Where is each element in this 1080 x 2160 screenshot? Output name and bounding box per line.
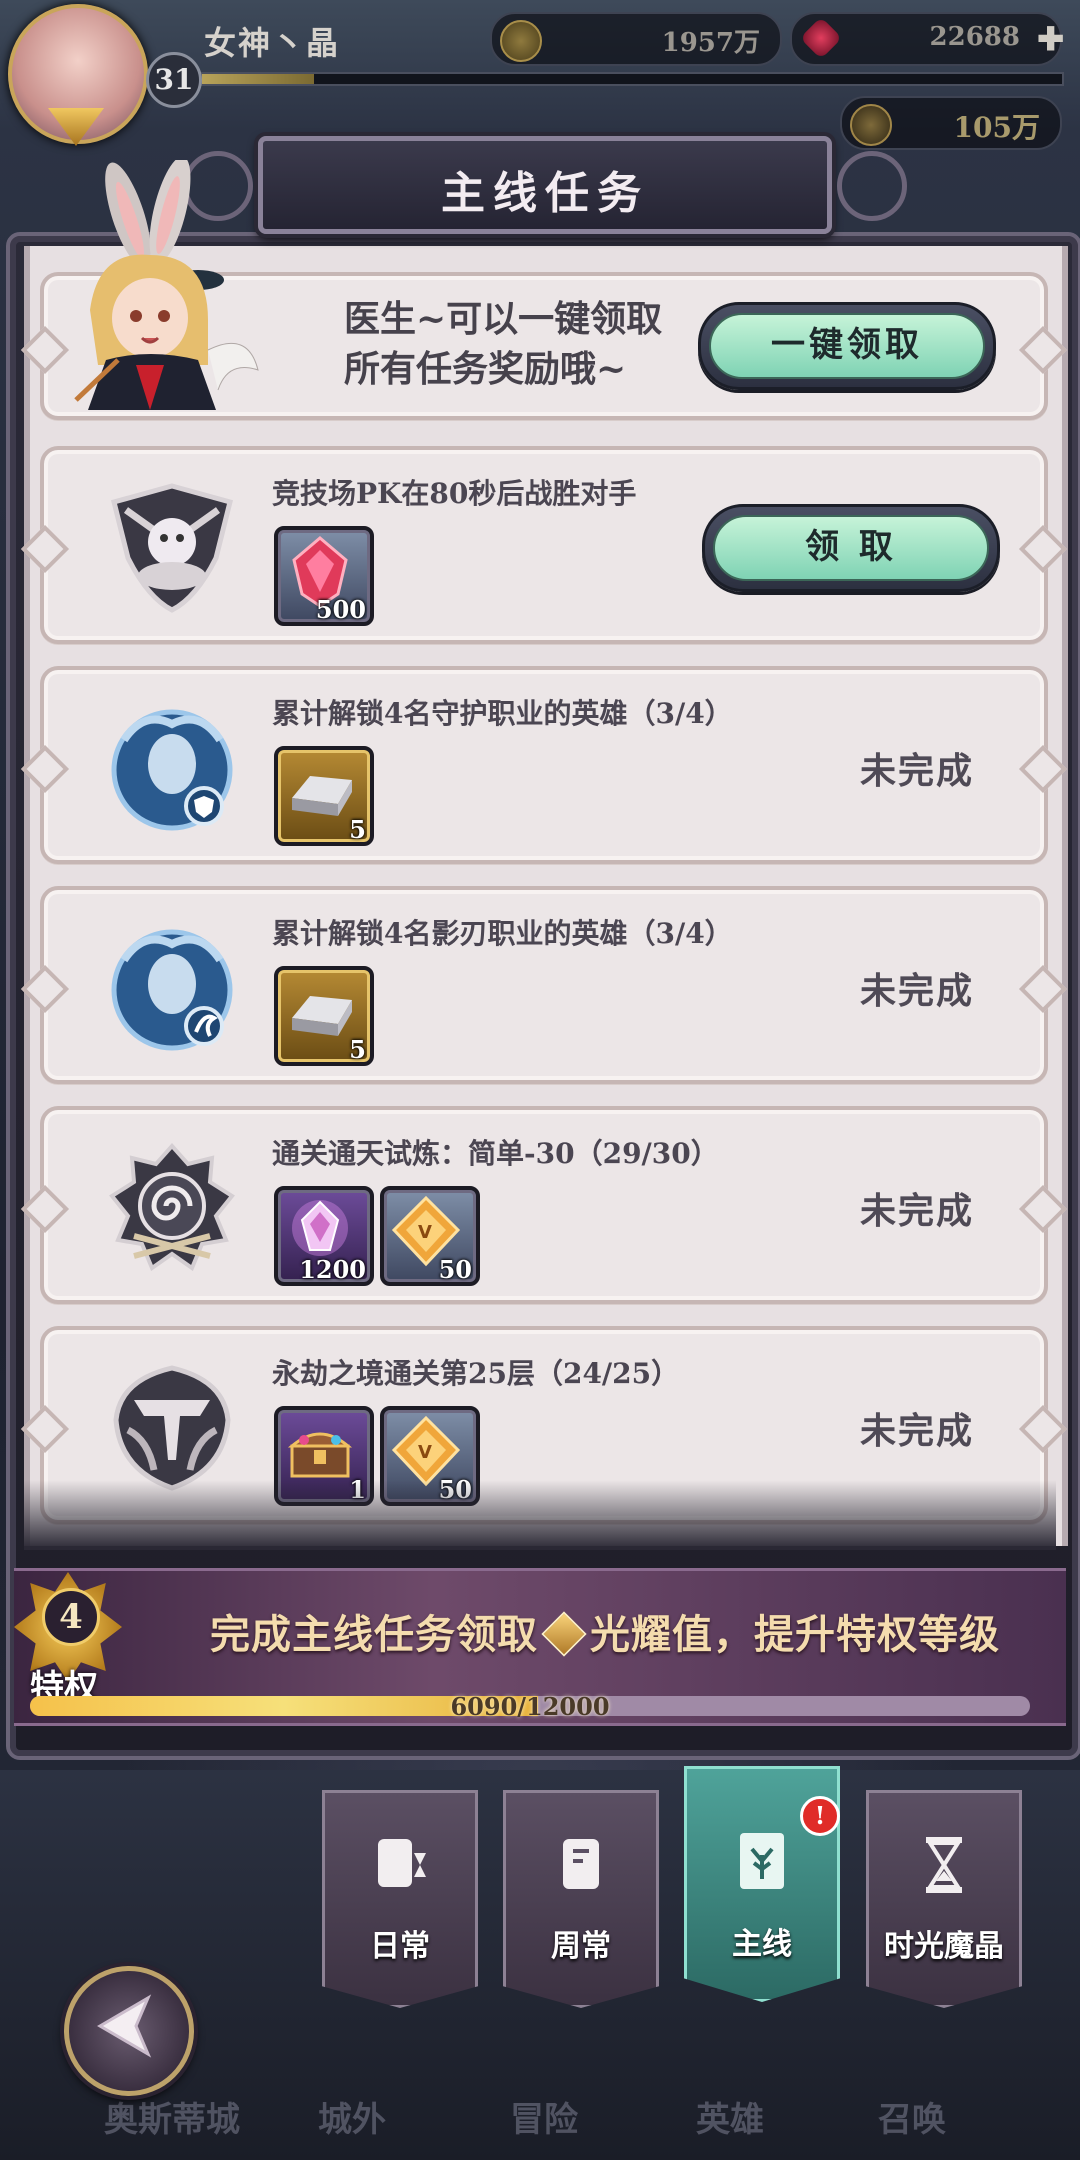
svg-text:V: V <box>418 1222 432 1243</box>
player-avatar[interactable] <box>8 4 148 144</box>
intro-message-line2: 所有任务奖励哦~ <box>344 348 627 390</box>
quest-row: 竞技场PK在80秒后战胜对手 500 领 取 <box>40 446 1048 644</box>
essence-amount: 105万 <box>953 111 1040 144</box>
essence-orb-icon <box>850 104 892 146</box>
nav-heroes[interactable]: 英雄 <box>696 2092 764 2141</box>
quest-status: 未完成 <box>859 1190 974 1232</box>
player-level-badge: 31 <box>146 52 202 108</box>
hourglass-icon <box>926 1837 962 1893</box>
tab-label: 日常 <box>370 1929 430 1964</box>
gem-amount: 22688 <box>929 22 1020 52</box>
privilege-message-part1: 完成主线任务领取 <box>210 1611 538 1658</box>
privilege-message-part2: 光耀值，提升特权等级 <box>590 1611 1000 1658</box>
claim-label: 领 取 <box>713 515 989 581</box>
top-bar: 女神丶晶 31 1957万 22688 ✚ 105万 <box>0 0 1080 150</box>
shadowblade-class-crest-icon <box>111 929 233 1051</box>
add-gems-icon[interactable]: ✚ <box>1037 20 1064 58</box>
privilege-message: 完成主线任务领取 光耀值，提升特权等级 <box>210 1602 1000 1660</box>
alert-badge: ! <box>800 1796 840 1836</box>
nav-summon[interactable]: 召唤 <box>878 2092 946 2141</box>
reward-slot[interactable]: 500 <box>274 526 374 626</box>
svg-text:V: V <box>418 1442 432 1463</box>
guardian-class-crest-icon <box>111 709 233 831</box>
reward-quantity: 5 <box>349 1035 366 1064</box>
quest-status: 未完成 <box>859 970 974 1012</box>
tab-weekly[interactable]: 周常 <box>503 1790 659 2008</box>
xp-bar <box>200 72 1064 86</box>
panel-title: 主线任务 <box>441 168 649 219</box>
reward-quantity: 1200 <box>299 1255 366 1284</box>
reward-quantity: 500 <box>315 595 366 624</box>
reward-slot[interactable]: 5 <box>274 966 374 1066</box>
claim-all-button[interactable]: 一键领取 <box>698 302 996 390</box>
bunny-girl-mascot-icon <box>74 160 259 410</box>
quest-status: 未完成 <box>859 750 974 792</box>
panel-title-plaque: 主线任务 <box>183 136 907 234</box>
gold-currency[interactable]: 1957万 <box>490 12 782 66</box>
quest-title: 累计解锁4名守护职业的英雄（3/4） <box>272 697 733 730</box>
quest-row: 通关通天试炼：简单-30（29/30） 1200 V 50 未完成 <box>40 1106 1048 1304</box>
privilege-level: 4 <box>42 1588 100 1646</box>
player-name: 女神丶晶 <box>204 24 341 62</box>
scroll-icon <box>563 1839 599 1889</box>
tab-label: 时光魔晶 <box>884 1929 1004 1964</box>
back-arrow-icon <box>97 1994 152 2058</box>
glory-diamond-icon <box>541 1611 587 1657</box>
quest-title: 永劫之境通关第25层（24/25） <box>272 1357 680 1390</box>
reward-slot[interactable]: 1200 <box>274 1186 374 1286</box>
quest-row: 累计解锁4名影刃职业的英雄（3/4） 5 未完成 <box>40 886 1048 1084</box>
essence-currency[interactable]: 105万 <box>840 96 1062 150</box>
privilege-progress-text: 6090/12000 <box>450 1692 610 1721</box>
nav-city[interactable]: 奥斯蒂城 <box>104 2092 240 2141</box>
reward-quantity: 50 <box>438 1255 472 1284</box>
nav-outskirts[interactable]: 城外 <box>318 2092 386 2141</box>
reward-slot[interactable]: 5 <box>274 746 374 846</box>
tab-daily[interactable]: 日常 <box>322 1790 478 2008</box>
red-gem-icon <box>799 16 843 60</box>
tab-label: 主线 <box>732 1927 792 1962</box>
quest-row: 累计解锁4名守护职业的英雄（3/4） 5 未完成 <box>40 666 1048 864</box>
quest-title: 累计解锁4名影刃职业的英雄（3/4） <box>272 917 733 950</box>
nav-adventure[interactable]: 冒险 <box>510 2092 578 2141</box>
eternal-realm-crest-icon <box>113 1365 231 1491</box>
quest-title: 通关通天试炼：简单-30（29/30） <box>272 1137 719 1170</box>
reward-quantity: 5 <box>349 815 366 844</box>
tree-book-icon <box>740 1833 784 1889</box>
intro-message: 医生~可以一键领取 所有任务奖励哦~ <box>344 294 662 394</box>
scroll-hourglass-icon <box>378 1839 426 1887</box>
claim-button[interactable]: 领 取 <box>702 504 1000 592</box>
back-button[interactable] <box>64 1966 194 2096</box>
trial-tower-crest-icon <box>109 1142 235 1272</box>
gem-currency[interactable]: 22688 ✚ <box>790 12 1064 66</box>
gold-coin-icon <box>500 20 542 62</box>
quest-title: 竞技场PK在80秒后战胜对手 <box>272 477 637 510</box>
quest-status: 未完成 <box>859 1410 974 1452</box>
intro-message-line1: 医生~可以一键领取 <box>344 298 663 340</box>
tab-label: 周常 <box>551 1929 611 1964</box>
claim-all-label: 一键领取 <box>709 313 985 379</box>
list-fade <box>24 1480 1056 1550</box>
gold-amount: 1957万 <box>661 28 760 58</box>
arena-crest-icon <box>110 483 234 613</box>
tab-time-crystal[interactable]: 时光魔晶 <box>866 1790 1022 2008</box>
reward-slot[interactable]: V 50 <box>380 1186 480 1286</box>
